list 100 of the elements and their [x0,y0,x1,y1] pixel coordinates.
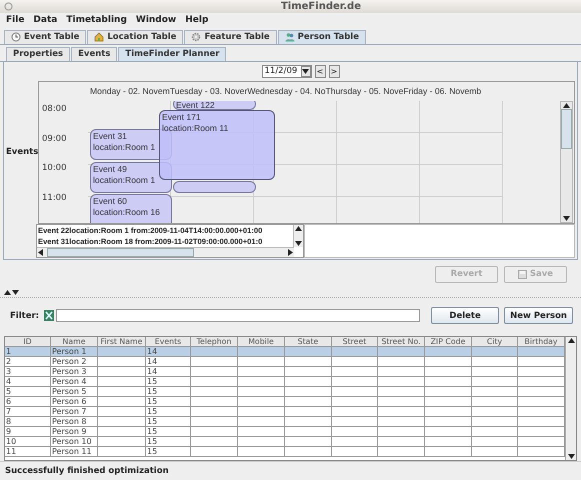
table-cell: Person 11 [51,446,98,457]
table-cell: Person 2 [51,356,98,367]
table-cell: Person 10 [51,436,98,447]
scroll-up-icon[interactable] [563,102,570,109]
event-block[interactable]: Event 122 [173,100,256,110]
vertical-scrollbar[interactable] [293,224,303,247]
menu-item[interactable]: File [6,15,24,26]
day-header: Wednesday - 04. No [247,86,326,96]
table-cell: 15 [146,396,191,407]
table-cell [191,446,238,457]
vertical-scrollbar[interactable] [565,336,576,460]
table-cell: 7 [5,406,51,417]
vertical-scrollbar[interactable] [560,100,573,223]
table-cell: Person 4 [51,376,98,387]
collapse-down-icon[interactable] [12,289,19,296]
scroll-thumb[interactable] [561,108,572,149]
table-cell [332,396,378,407]
table-cell [191,356,238,367]
table-cell [191,386,238,397]
time-label: 09:00 [41,134,68,146]
table-cell [425,386,472,397]
table-cell [518,376,565,387]
table-cell: 15 [146,446,191,457]
table-cell [472,446,518,457]
date-field[interactable]: 11/2/09 [262,64,312,78]
scroll-up-icon[interactable] [295,224,302,232]
tab[interactable]: Events [71,46,118,61]
horizontal-scrollbar[interactable] [37,246,294,257]
scroll-down-icon[interactable] [568,453,574,460]
table-cell [98,446,146,457]
tab[interactable]: Person Table [278,30,366,44]
table-cell [425,446,472,457]
table-cell [425,436,472,447]
scroll-left-icon[interactable] [37,248,44,256]
table-cell: 15 [146,426,191,437]
table-cell [425,396,472,407]
table-cell [378,436,425,447]
people-icon [284,32,295,42]
menu-item[interactable]: Data [33,15,58,26]
next-button[interactable]: > [328,64,340,78]
table-cell [191,436,238,447]
table-cell [518,406,565,417]
table-cell [238,366,285,377]
table-cell [425,356,472,367]
filter-field[interactable] [56,309,420,322]
table-cell [285,386,332,397]
event-block[interactable] [173,180,256,193]
house-icon [94,32,104,42]
table-cell [98,426,146,437]
tab[interactable]: Properties [6,46,70,61]
table-cell: 14 [146,356,191,367]
tab[interactable]: Location Table [87,30,184,44]
previous-button[interactable]: < [314,64,326,78]
scroll-down-icon[interactable] [563,214,570,222]
menu-item[interactable]: Timetabling [66,15,127,26]
tab[interactable]: Feature Table [184,30,277,44]
menu-item[interactable]: Help [185,15,208,26]
table-cell [191,366,238,377]
table-cell: Person 6 [51,396,98,407]
scroll-up-icon[interactable] [568,336,574,344]
table-cell [518,366,565,377]
table-cell [472,386,518,397]
table-cell [238,436,285,447]
table-cell [472,356,518,367]
table-cell [285,416,332,427]
collapse-up-icon[interactable] [4,289,11,296]
event-block[interactable]: Event 49 location:Room 1 [90,162,172,193]
event-block[interactable]: Event 60 location:Room 16 [90,194,172,223]
table-cell [285,446,332,457]
new-person-button[interactable]: New Person [504,307,574,324]
table-cell: Person 7 [51,406,98,417]
table-cell [378,386,425,397]
delete-button[interactable]: Delete [431,307,500,324]
table-cell [332,436,378,447]
tab[interactable]: TimeFinder Planner [118,46,226,61]
table-cell [238,376,285,387]
tab[interactable]: Event Table [4,30,86,44]
gear-icon [191,32,202,42]
day-header: Friday - 06. Novemb [403,86,482,96]
table-cell [332,426,378,437]
event-title: Event 49 [93,164,128,175]
table-cell [518,416,565,427]
scroll-thumb[interactable] [47,248,194,257]
table-cell [238,356,285,367]
menu-item[interactable]: Window [136,15,176,26]
scroll-down-icon[interactable] [295,240,302,247]
table-cell: 11 [5,446,51,457]
table-cell [332,416,378,427]
row-label: Events [5,147,38,158]
table-cell [285,396,332,407]
event-block[interactable]: Event 171 location:Room 11 [159,110,275,180]
event-location: location:Room 1 [93,142,156,153]
table-cell [238,396,285,407]
table-cell [98,366,146,377]
table-cell: 1 [5,346,51,357]
table-cell: Person 9 [51,426,98,437]
clear-filter-icon[interactable] [44,310,54,322]
table-cell [378,396,425,407]
scroll-right-icon[interactable] [287,248,294,256]
table-cell [518,426,565,437]
